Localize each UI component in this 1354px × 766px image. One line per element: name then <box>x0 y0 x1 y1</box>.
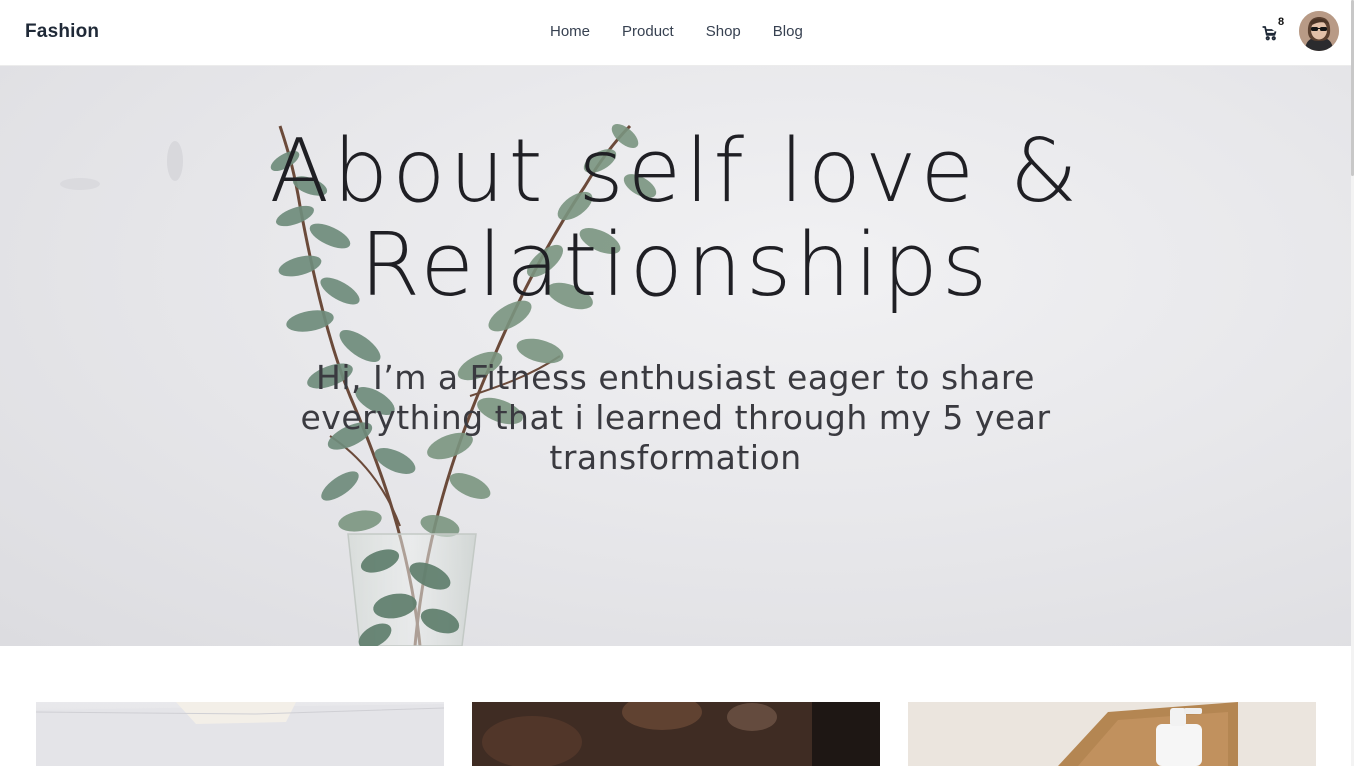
top-nav-bar: Fashion Home Product Shop Blog 8 <box>0 0 1351 66</box>
cart-count-badge: 8 <box>1269 12 1291 32</box>
hero-subtitle: Hi, I’m a Fitness enthusiast eager to sh… <box>300 358 1051 477</box>
nav-shop[interactable]: Shop <box>690 22 757 42</box>
hero-title: About self love & Relationships <box>200 124 1151 312</box>
brand-logo[interactable]: Fashion <box>25 21 99 43</box>
user-avatar[interactable] <box>1299 11 1339 51</box>
blog-card-1[interactable] <box>36 702 444 766</box>
avatar-image <box>1299 11 1339 51</box>
book-pages-photo <box>36 702 444 766</box>
nav-home[interactable]: Home <box>534 22 606 42</box>
blog-card-3[interactable] <box>908 702 1316 766</box>
hero-title-line-2: Relationships <box>359 214 992 316</box>
hero-banner: About self love & Relationships Hi, I’m … <box>0 66 1351 646</box>
nav-blog[interactable]: Blog <box>757 22 819 42</box>
blog-card-2[interactable] <box>472 702 880 766</box>
main-nav: Home Product Shop Blog <box>534 22 819 42</box>
brown-interior-photo <box>472 702 880 766</box>
nav-product[interactable]: Product <box>606 22 690 42</box>
hero-title-line-1: About self love & <box>269 120 1082 222</box>
blog-card-grid <box>0 702 1351 766</box>
soap-dispenser-photo <box>908 702 1316 766</box>
